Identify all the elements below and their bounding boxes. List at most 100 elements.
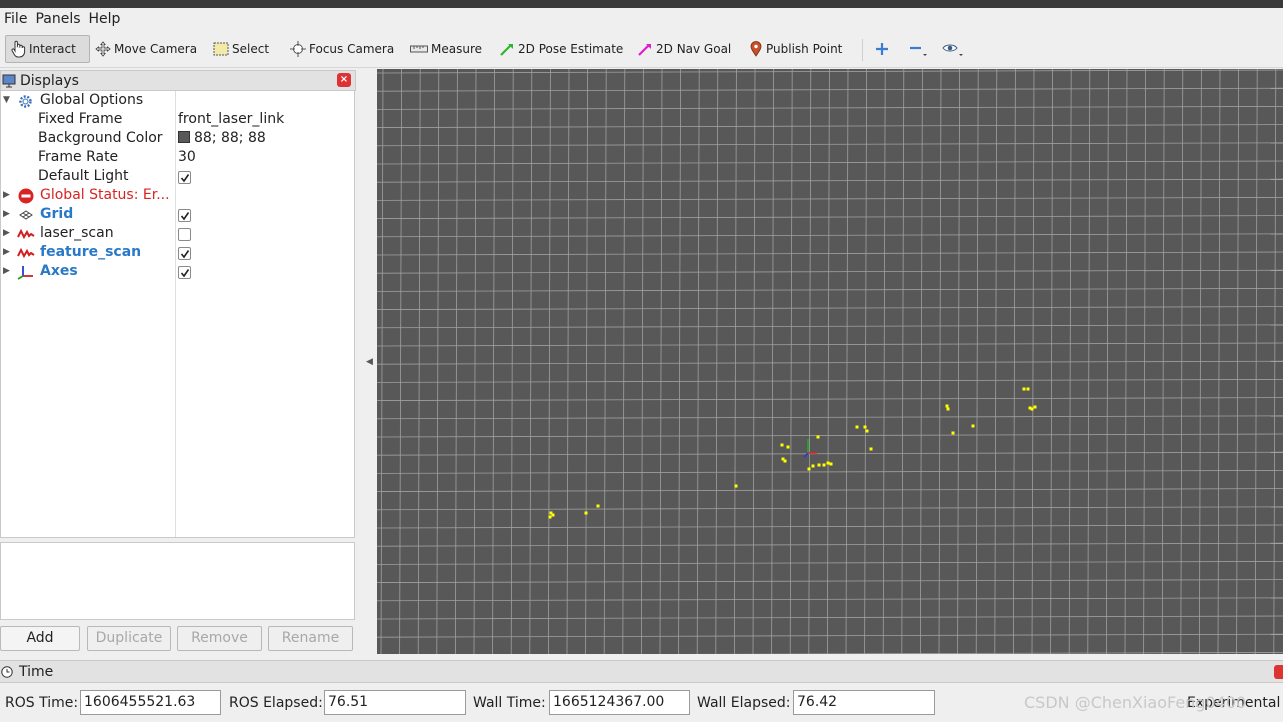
remove-button[interactable]: Remove — [177, 626, 262, 651]
ros-time-field[interactable]: 1606455521.63 — [80, 690, 221, 715]
gear-icon — [19, 95, 32, 108]
nav-goal-label: 2D Nav Goal — [656, 42, 732, 56]
menu-help[interactable]: Help — [85, 11, 125, 27]
scan-point — [951, 431, 955, 435]
scan-point — [1033, 405, 1037, 409]
select-tool-button[interactable]: Select — [209, 35, 273, 63]
tree-row-global-status[interactable]: ▶ Global Status: Er... — [1, 187, 355, 206]
grid-icon — [19, 210, 33, 220]
fixed-frame-value[interactable]: front_laser_link — [178, 111, 284, 127]
focus-camera-tool-button[interactable]: Focus Camera — [286, 35, 398, 63]
move-camera-label: Move Camera — [114, 42, 198, 56]
window-top-strip — [0, 0, 1283, 8]
monitor-icon — [2, 74, 16, 87]
chevron-right-icon[interactable]: ▶ — [3, 266, 10, 276]
wall-time-label: Wall Time: — [473, 695, 546, 711]
scan-point — [786, 445, 790, 449]
chevron-right-icon[interactable]: ▶ — [3, 209, 10, 219]
3d-viewport[interactable] — [377, 69, 1283, 654]
plus-icon — [876, 43, 888, 55]
laser-scan-checkbox[interactable] — [178, 228, 191, 241]
axes-label: Axes — [40, 263, 78, 279]
scan-point — [596, 504, 600, 508]
grid-label: Grid — [40, 206, 74, 222]
focus-camera-label: Focus Camera — [309, 42, 395, 56]
menu-file[interactable]: File — [0, 11, 31, 27]
green-arrow-icon — [500, 44, 513, 56]
ros-elapsed-label: ROS Elapsed: — [229, 695, 323, 711]
rename-button[interactable]: Rename — [268, 626, 353, 651]
default-light-checkbox[interactable] — [178, 171, 191, 184]
scan-point — [946, 407, 950, 411]
scan-point — [584, 511, 588, 515]
time-title: Time — [19, 664, 54, 680]
tree-row-feature-scan[interactable]: ▶ feature_scan — [1, 244, 355, 263]
chevron-right-icon[interactable]: ▶ — [3, 247, 10, 257]
tree-row-grid[interactable]: ▶ Grid — [1, 206, 355, 225]
scan-point — [783, 459, 787, 463]
feature-scan-checkbox[interactable] — [178, 247, 191, 260]
publish-point-tool-button[interactable]: Publish Point — [745, 35, 846, 63]
move-camera-tool-button[interactable]: Move Camera — [91, 35, 201, 63]
chevron-right-icon[interactable]: ▶ — [3, 228, 10, 238]
background-color-label: Background Color — [38, 130, 163, 146]
background-color-text: 88; 88; 88 — [194, 130, 266, 146]
collapse-handle-icon[interactable]: ◀ — [366, 357, 373, 367]
tree-row-background-color[interactable]: Background Color 88; 88; 88 — [1, 130, 355, 149]
magenta-arrow-icon — [638, 44, 651, 56]
wall-elapsed-label: Wall Elapsed: — [697, 695, 791, 711]
displays-title: Displays — [20, 72, 79, 89]
chevron-right-icon[interactable]: ▶ — [3, 190, 10, 200]
scan-point — [1030, 407, 1034, 411]
scan-point — [548, 515, 552, 519]
interact-label: Interact — [29, 42, 76, 56]
publish-point-label: Publish Point — [766, 42, 843, 56]
tree-row-frame-rate[interactable]: Frame Rate 30 — [1, 149, 355, 168]
select-box-icon — [213, 42, 229, 56]
scan-point — [551, 513, 555, 517]
ros-time-label: ROS Time: — [5, 695, 79, 711]
grid-checkbox[interactable] — [178, 209, 191, 222]
axes-checkbox[interactable] — [178, 266, 191, 279]
menu-panels[interactable]: Panels — [31, 11, 84, 27]
tree-row-fixed-frame[interactable]: Fixed Frame front_laser_link — [1, 111, 355, 130]
tree-row-axes[interactable]: ▶ Axes — [1, 263, 355, 282]
close-icon[interactable]: × — [337, 73, 351, 87]
tree-row-laser-scan[interactable]: ▶ laser_scan — [1, 225, 355, 244]
interact-tool-button[interactable]: Interact — [5, 35, 90, 63]
chevron-down-icon[interactable]: ▼ — [3, 95, 10, 105]
scan-point — [855, 425, 859, 429]
add-tool-button[interactable] — [871, 35, 896, 63]
scan-point — [826, 461, 830, 465]
focus-camera-icon — [290, 41, 306, 57]
checkmark-icon — [180, 174, 190, 183]
toolbar-separator — [862, 39, 863, 61]
global-status-label: Global Status: Er... — [40, 187, 170, 203]
tree-row-global-options[interactable]: ▼ Global Options — [1, 92, 355, 111]
menu-bar: File Panels Help — [0, 8, 1283, 30]
viewport-scene[interactable] — [377, 69, 1283, 654]
wall-time-field[interactable]: 1665124367.00 — [549, 690, 690, 715]
property-description-panel — [0, 542, 355, 620]
hand-cursor-icon — [11, 40, 26, 58]
background-color-value[interactable]: 88; 88; 88 — [178, 130, 266, 146]
default-light-label: Default Light — [38, 168, 129, 184]
add-button[interactable]: Add — [0, 626, 80, 651]
displays-panel: Displays × ▼ Global Options Fixed Frame … — [0, 70, 356, 538]
measure-tool-button[interactable]: Measure — [406, 35, 486, 63]
remove-tool-button[interactable] — [904, 35, 935, 63]
nav-goal-tool-button[interactable]: 2D Nav Goal — [633, 35, 735, 63]
laser-scan-icon — [17, 228, 35, 240]
frame-rate-value[interactable]: 30 — [178, 149, 196, 165]
ros-elapsed-field[interactable]: 76.51 — [324, 690, 466, 715]
close-icon[interactable] — [1274, 665, 1283, 679]
pose-estimate-tool-button[interactable]: 2D Pose Estimate — [495, 35, 627, 63]
camera-type-button[interactable] — [938, 35, 971, 63]
measure-label: Measure — [431, 42, 482, 56]
scan-point — [971, 424, 975, 428]
error-icon — [18, 188, 34, 204]
checkmark-icon — [180, 250, 190, 259]
tree-row-default-light[interactable]: Default Light — [1, 168, 355, 187]
duplicate-button[interactable]: Duplicate — [87, 626, 171, 651]
wall-elapsed-field[interactable]: 76.42 — [793, 690, 935, 715]
